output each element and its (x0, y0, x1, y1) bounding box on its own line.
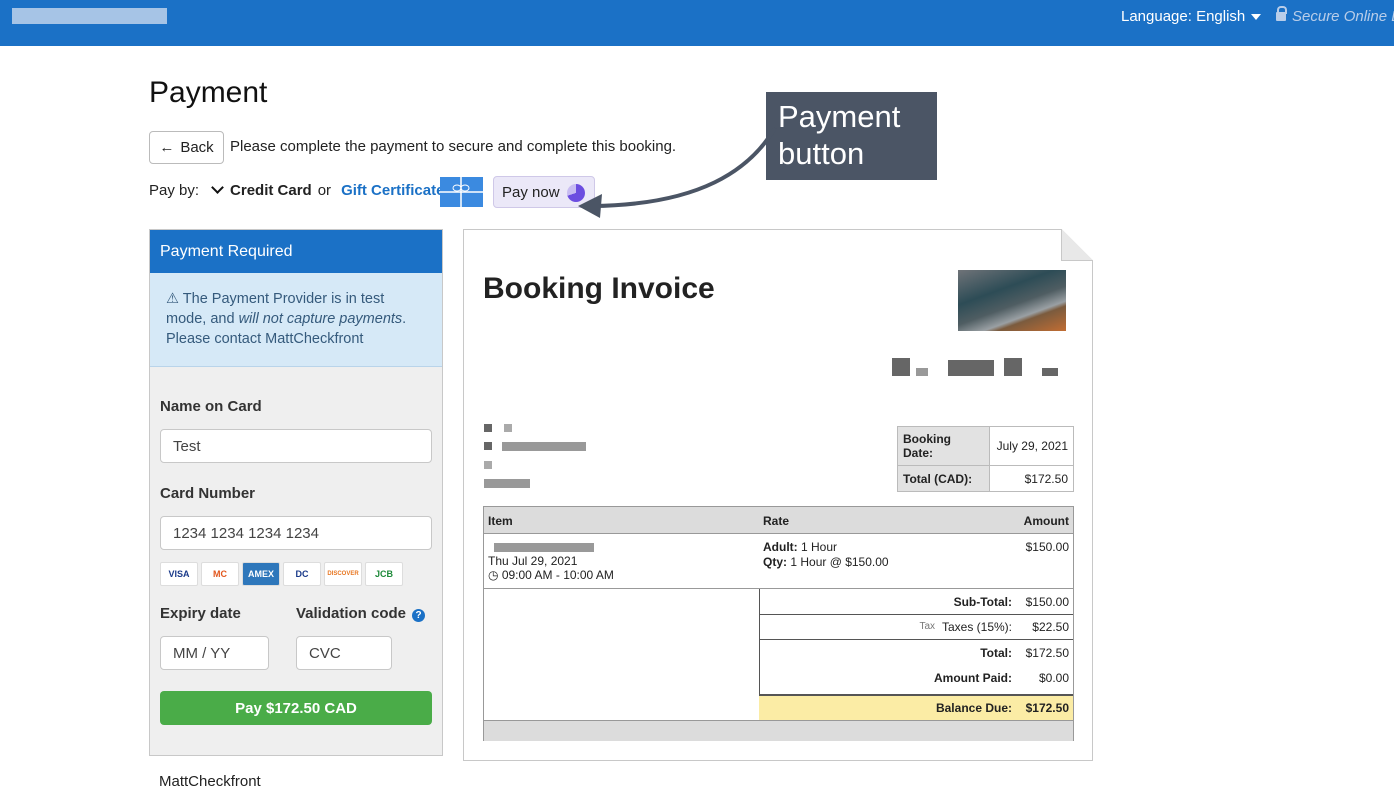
divider (759, 639, 1073, 640)
name-on-card-label: Name on Card (160, 398, 262, 415)
business-photo (958, 270, 1066, 331)
balance-due-value: $172.50 (1025, 701, 1069, 715)
booking-date-label: Booking Date: (897, 426, 990, 466)
language-selector[interactable]: Language: English (1121, 8, 1262, 25)
total-label: Total: (980, 646, 1012, 660)
panel-header: Payment Required (150, 230, 442, 273)
amount-paid-value: $0.00 (1038, 671, 1069, 685)
annotation-arrow-icon (578, 126, 777, 218)
table-footer (484, 720, 1073, 741)
payment-panel: Payment Required ⚠ The Payment Provider … (149, 229, 443, 756)
alert-emphasis: will not capture payments (238, 311, 403, 327)
rate-qty: Qty: 1 Hour @ $150.00 (763, 555, 889, 569)
amount-paid-label: Amount Paid: (934, 671, 1012, 685)
item-time-text: 09:00 AM - 10:00 AM (501, 568, 614, 582)
tax-tag: Tax (919, 621, 935, 632)
card-brands: VISA MC AMEX DC DISCOVER JCB (160, 562, 403, 586)
back-label: Back (180, 139, 214, 156)
redacted-business-name (892, 358, 910, 376)
amex-icon: AMEX (242, 562, 280, 586)
rate-adult-value: 1 Hour (801, 540, 838, 554)
visa-icon: VISA (160, 562, 198, 586)
cvc-input[interactable]: CVC (296, 636, 392, 670)
total-value: $172.50 (1025, 646, 1069, 660)
lock-icon (1276, 6, 1287, 21)
name-on-card-input[interactable]: Test (160, 429, 432, 463)
diners-icon: DC (283, 562, 321, 586)
pay-by-row: Pay by: Credit Card or Gift Certificate (149, 181, 444, 199)
divider (759, 614, 1073, 615)
language-label: Language: English (1121, 8, 1246, 25)
back-button[interactable]: ← Back (149, 131, 224, 164)
table-row: Thu Jul 29, 2021 ◷ 09:00 AM - 10:00 AM A… (484, 534, 1073, 589)
col-rate: Rate (763, 514, 790, 528)
col-item: Item (488, 514, 513, 528)
brand-logo[interactable] (12, 8, 167, 24)
cvc-label: Validation code? (296, 605, 426, 622)
chevron-down-icon[interactable] (211, 181, 224, 194)
items-header: Item Rate Amount (484, 507, 1073, 534)
test-mode-alert: ⚠ The Payment Provider is in test mode, … (150, 273, 442, 367)
item-amount: $150.00 (1025, 540, 1069, 554)
invoice-title: Booking Invoice (483, 272, 715, 305)
page-fold (1061, 229, 1093, 261)
item-date: Thu Jul 29, 2021 (488, 554, 578, 568)
invoice-items-table: Item Rate Amount Thu Jul 29, 2021 ◷ 09:0… (483, 506, 1074, 741)
merchant-name: MattCheckfront (159, 773, 261, 790)
total-cad-value: $172.50 (989, 465, 1074, 492)
subtotal-label: Sub-Total: (953, 595, 1012, 609)
balance-due-label: Balance Due: (935, 701, 1012, 715)
secure-online-label: Secure Online B (1276, 6, 1394, 25)
invoice-summary-table: Booking Date: July 29, 2021 Total (CAD): $… (897, 426, 1074, 492)
rate-qty-value: 1 Hour @ $150.00 (790, 555, 889, 569)
card-number-input[interactable]: 1234 1234 1234 1234 (160, 516, 432, 550)
rate-qty-label: Qty: (763, 555, 787, 569)
card-number-label: Card Number (160, 485, 256, 502)
taxes-value: $22.50 (1032, 620, 1069, 634)
method-credit-card[interactable]: Credit Card (230, 182, 312, 199)
balance-due-row: Balance Due: $172.50 (759, 694, 1073, 720)
cvc-label-text: Validation code (296, 605, 407, 622)
pay-by-label: Pay by: (149, 182, 200, 199)
taxes-label: Taxes (15%): (941, 620, 1012, 634)
warning-icon: ⚠ (166, 291, 179, 307)
rate-adult: Adult: 1 Hour (763, 540, 837, 554)
expiry-label: Expiry date (160, 605, 241, 622)
callout-line1: Payment (778, 99, 901, 134)
col-amount: Amount (1023, 514, 1069, 528)
pay-now-label: Pay now (502, 183, 560, 201)
gift-icon[interactable] (440, 177, 483, 207)
redacted-customer-address (484, 424, 492, 432)
redacted-item-name (494, 543, 594, 552)
pay-button[interactable]: Pay $172.50 CAD (160, 691, 432, 725)
help-icon[interactable]: ? (412, 609, 426, 622)
total-cad-label: Total (CAD): (897, 465, 990, 492)
top-bar: Language: English Secure Online B (0, 0, 1394, 46)
item-time: ◷ 09:00 AM - 10:00 AM (488, 568, 614, 582)
gift-certificate-link[interactable]: Gift Certificate (341, 182, 444, 199)
rate-adult-label: Adult: (763, 540, 798, 554)
expiry-input[interactable]: MM / YY (160, 636, 269, 670)
or-text: or (317, 182, 332, 199)
invoice-document: Booking Invoice Booking Date: July 29, 20… (463, 229, 1093, 761)
callout-line2: button (778, 136, 865, 171)
secure-text: Secure Online B (1292, 8, 1394, 25)
discover-icon: DISCOVER (324, 562, 362, 586)
subtotal-value: $150.00 (1025, 595, 1069, 609)
clock-icon: ◷ (488, 568, 499, 582)
arrow-left-icon: ← (159, 139, 175, 156)
jcb-icon: JCB (365, 562, 403, 586)
booking-date-value: July 29, 2021 (989, 426, 1074, 466)
mastercard-icon: MC (201, 562, 239, 586)
caret-down-icon (1251, 14, 1262, 21)
page-title: Payment (149, 76, 268, 109)
annotation-callout: Payment button (766, 92, 937, 180)
